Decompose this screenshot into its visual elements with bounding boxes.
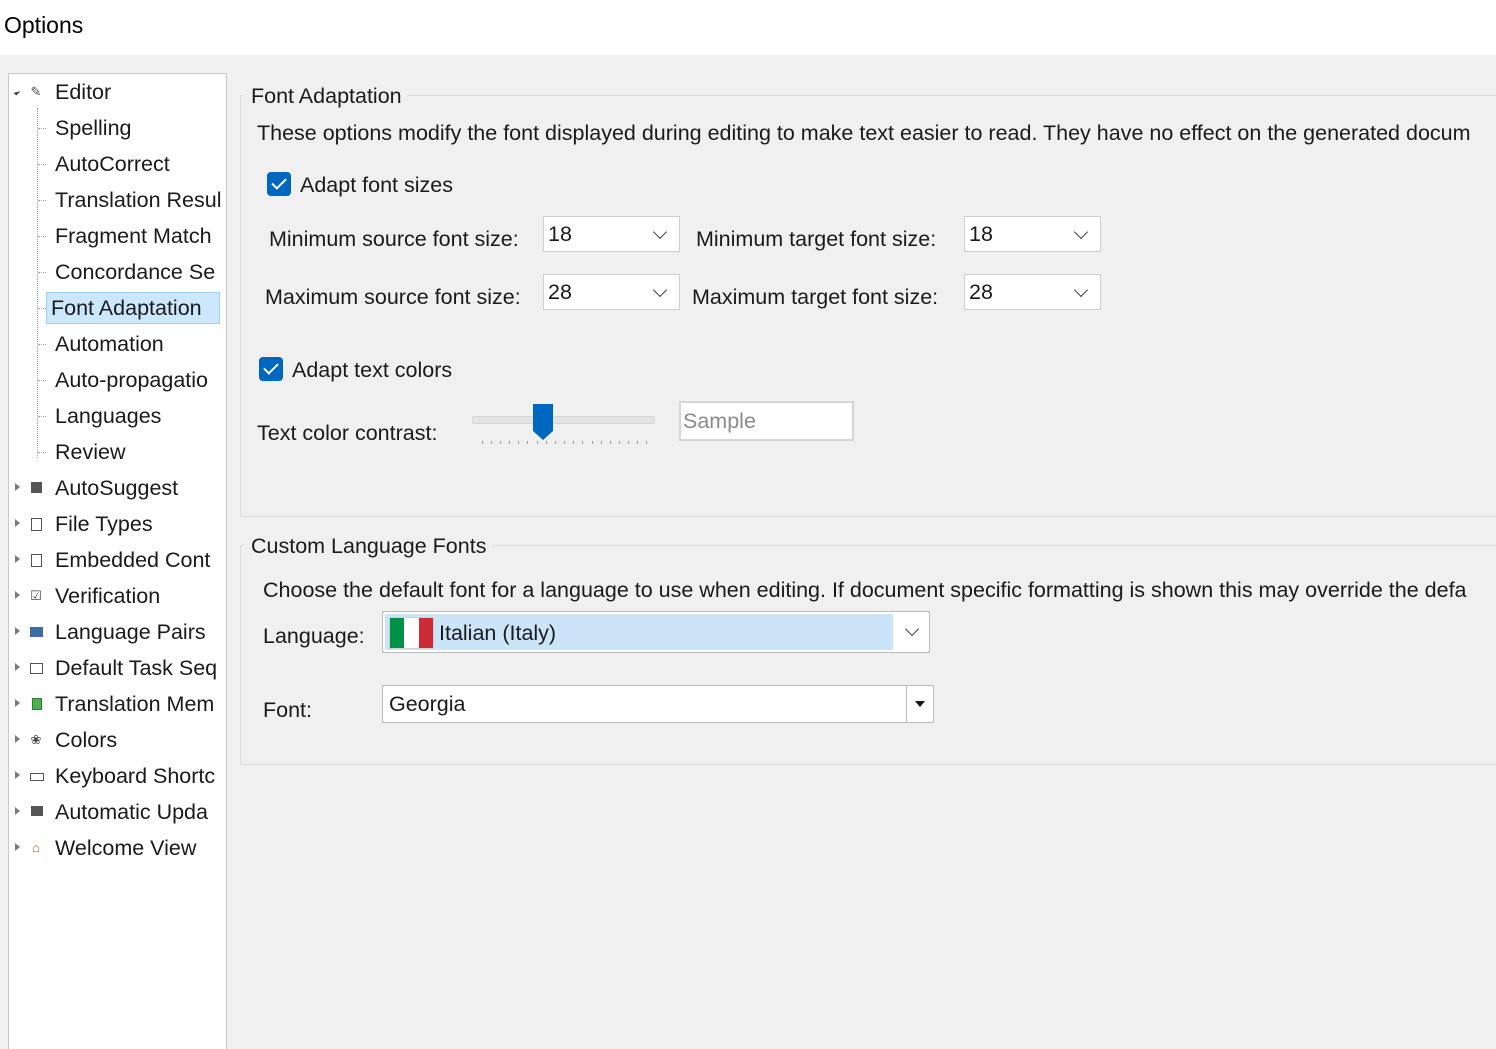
tree-item-autosuggest[interactable]: AutoSuggest bbox=[9, 471, 226, 505]
expand-icon[interactable] bbox=[15, 807, 20, 815]
italy-flag-icon bbox=[389, 617, 434, 649]
verification-icon: ☑ bbox=[30, 588, 42, 603]
chevron-down-icon bbox=[652, 224, 668, 240]
tree-item-file-types[interactable]: File Types bbox=[9, 507, 226, 541]
tree-item-translation-results[interactable]: Translation Resul bbox=[9, 183, 226, 217]
tree-item-concordance-search[interactable]: Concordance Se bbox=[9, 255, 226, 289]
adapt-text-colors-label[interactable]: Adapt text colors bbox=[292, 356, 452, 384]
font-adaptation-title: Font Adaptation bbox=[243, 82, 408, 110]
update-icon bbox=[31, 806, 43, 816]
font-select[interactable]: Georgia bbox=[382, 685, 934, 723]
title-bar: Options bbox=[0, 0, 1496, 55]
colors-icon: ❀ bbox=[30, 732, 42, 747]
adapt-text-colors-checkbox[interactable] bbox=[259, 357, 283, 381]
chevron-down-icon bbox=[1073, 224, 1089, 240]
tree-item-embedded-content[interactable]: Embedded Cont bbox=[9, 543, 226, 577]
adapt-font-sizes-checkbox[interactable] bbox=[267, 172, 291, 196]
max-target-font-size-label: Maximum target font size: bbox=[692, 285, 939, 309]
expand-icon[interactable] bbox=[15, 627, 20, 635]
chevron-down-icon bbox=[1073, 282, 1089, 298]
language-label: Language: bbox=[263, 624, 365, 648]
expand-icon[interactable] bbox=[15, 699, 20, 707]
font-adaptation-description: These options modify the font displayed … bbox=[257, 121, 1471, 145]
custom-language-fonts-title: Custom Language Fonts bbox=[243, 532, 493, 560]
min-target-font-size-select[interactable]: 18 bbox=[964, 216, 1101, 252]
task-sequence-icon bbox=[30, 663, 43, 674]
chevron-down-icon bbox=[652, 282, 668, 298]
tree-item-translation-memory[interactable]: Translation Mem bbox=[9, 687, 226, 721]
language-selection-highlight: Italian (Italy) bbox=[385, 614, 893, 650]
tree-item-language-pairs[interactable]: Language Pairs bbox=[9, 615, 226, 649]
min-source-font-size-select[interactable]: 18 bbox=[543, 216, 680, 252]
pencil-icon: ✎ bbox=[30, 84, 42, 99]
tree-item-colors[interactable]: ❀ Colors bbox=[9, 723, 226, 757]
tree-item-verification[interactable]: ☑ Verification bbox=[9, 579, 226, 613]
tree-item-languages[interactable]: Languages bbox=[9, 399, 226, 433]
tree-item-automatic-updates[interactable]: Automatic Upda bbox=[9, 795, 226, 829]
expand-icon[interactable] bbox=[15, 483, 20, 491]
min-source-font-size-label: Minimum source font size: bbox=[269, 227, 519, 251]
font-label: Font: bbox=[263, 698, 312, 722]
expand-icon[interactable] bbox=[15, 735, 20, 743]
tree-item-keyboard-shortcuts[interactable]: Keyboard Shortc bbox=[9, 759, 226, 793]
tree-item-autocorrect[interactable]: AutoCorrect bbox=[9, 147, 226, 181]
language-pairs-icon bbox=[30, 627, 43, 637]
adapt-font-sizes-label[interactable]: Adapt font sizes bbox=[300, 171, 453, 199]
max-source-font-size-select[interactable]: 28 bbox=[543, 274, 680, 310]
tree-item-font-adaptation[interactable]: Font Adaptation bbox=[9, 291, 226, 325]
tree-item-welcome-view[interactable]: ⌂ Welcome View bbox=[9, 831, 226, 865]
tree-item-editor[interactable]: ✎ Editor bbox=[9, 75, 226, 109]
max-source-font-size-label: Maximum source font size: bbox=[265, 285, 521, 309]
tree-item-auto-propagation[interactable]: Auto-propagatio bbox=[9, 363, 226, 397]
language-select[interactable]: Italian (Italy) bbox=[382, 611, 930, 653]
home-icon: ⌂ bbox=[32, 840, 40, 855]
options-tree[interactable]: ✎ Editor Spelling AutoCorrect Translatio… bbox=[8, 73, 227, 1049]
embedded-content-icon bbox=[31, 554, 42, 567]
max-target-font-size-select[interactable]: 28 bbox=[964, 274, 1101, 310]
expand-icon[interactable] bbox=[15, 771, 20, 779]
min-target-font-size-label: Minimum target font size: bbox=[696, 227, 937, 251]
chevron-down-icon bbox=[904, 621, 920, 637]
tree-item-spelling[interactable]: Spelling bbox=[9, 111, 226, 145]
expand-icon[interactable] bbox=[15, 663, 20, 671]
slider-ticks bbox=[482, 441, 647, 445]
file-types-icon bbox=[31, 518, 42, 531]
tree-item-review[interactable]: Review bbox=[9, 435, 226, 469]
autosuggest-icon bbox=[31, 482, 42, 493]
dropdown-arrow-icon[interactable] bbox=[906, 686, 933, 722]
text-color-contrast-label: Text color contrast: bbox=[257, 421, 438, 445]
expand-icon[interactable] bbox=[15, 843, 20, 851]
contrast-slider-thumb[interactable] bbox=[532, 403, 554, 441]
color-sample-box: Sample bbox=[679, 401, 854, 441]
tree-item-fragment-match[interactable]: Fragment Match bbox=[9, 219, 226, 253]
keyboard-icon bbox=[30, 773, 44, 781]
contrast-slider-track[interactable] bbox=[472, 416, 655, 424]
custom-language-fonts-description: Choose the default font for a language t… bbox=[263, 578, 1467, 602]
expand-icon[interactable] bbox=[15, 519, 20, 527]
tree-item-automation[interactable]: Automation bbox=[9, 327, 226, 361]
translation-memory-icon bbox=[32, 698, 42, 710]
window-title: Options bbox=[4, 12, 84, 38]
tree-item-default-task-sequence[interactable]: Default Task Seq bbox=[9, 651, 226, 685]
expand-icon[interactable] bbox=[15, 591, 20, 599]
collapse-icon[interactable] bbox=[13, 88, 21, 96]
expand-icon[interactable] bbox=[15, 555, 20, 563]
